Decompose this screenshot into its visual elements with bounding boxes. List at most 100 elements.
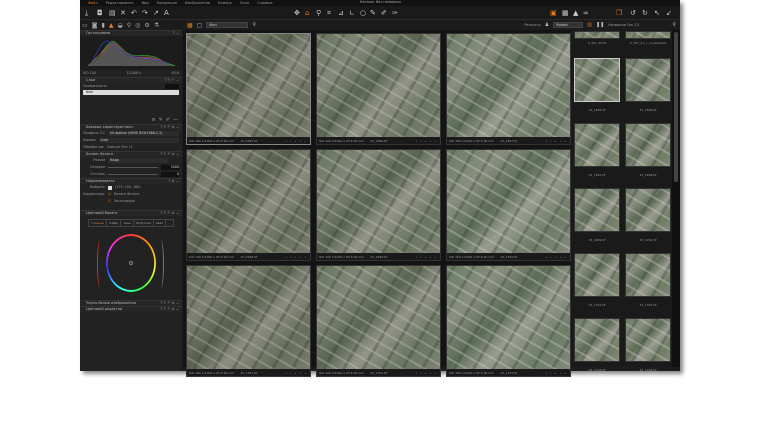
- tab-highlights[interactable]: Свет: [154, 220, 167, 226]
- viewer-image[interactable]: ISO 100 1/1000 s f/5.6 90 mm 15_1703.tif •…: [446, 265, 571, 377]
- copy-icon[interactable]: ❐: [616, 9, 622, 17]
- browser-thumbnail[interactable]: 15_1695.tif: [573, 50, 621, 114]
- normalize-header[interactable]: Нормализовать? ≡ —: [80, 178, 182, 184]
- adjust-tab-icon[interactable]: ◎: [135, 22, 140, 29]
- rotate-left-icon[interactable]: ↺: [630, 9, 636, 17]
- viewer-image[interactable]: ISO 100 1/1000 s f/5.6 90 mm 15_1702.tif •…: [316, 265, 441, 377]
- multi-view-icon[interactable]: ▦: [187, 22, 193, 29]
- brightness-slider[interactable]: [158, 240, 164, 288]
- camera-icon[interactable]: ◘: [97, 9, 103, 17]
- basic-header[interactable]: Базовые характеристики? ✎ ↶ ≡ —: [80, 124, 182, 130]
- grid-icon[interactable]: ▦: [562, 9, 569, 17]
- text-tool-icon[interactable]: A: [164, 9, 169, 17]
- library-tab-icon[interactable]: ▭: [82, 22, 88, 29]
- thumb-image[interactable]: [574, 318, 620, 362]
- viewer-image[interactable]: ISO 100 1/1000 s f/5.6 90 mm 15_1699.tif •…: [316, 149, 441, 261]
- eraser-icon[interactable]: ✐: [166, 117, 170, 124]
- browser-thumbnail[interactable]: 15_1699.tif: [573, 180, 621, 244]
- circle-tool-icon[interactable]: ○: [360, 9, 366, 17]
- reset-icon[interactable]: ↗: [153, 9, 159, 17]
- picker-icon[interactable]: ✑: [392, 9, 398, 17]
- apply-adjust-icon[interactable]: ↙: [666, 9, 672, 17]
- wb-header[interactable]: Баланс белого? ✎ ↶ ≡ —: [80, 151, 182, 157]
- menu-adjust[interactable]: Коррекция: [157, 1, 177, 5]
- viewer-image[interactable]: ISO 100 1/1000 s f/5.6 90 mm 15_1695.tif •…: [186, 33, 311, 145]
- aerial-photo[interactable]: [317, 34, 440, 137]
- viewer-image[interactable]: ISO 100 1/1000 s f/5.6 90 mm 15_1697.tif •…: [446, 33, 571, 145]
- thumb-image[interactable]: [625, 31, 671, 39]
- search-icon[interactable]: ⚲: [672, 22, 676, 28]
- tab-midtones[interactable]: Полутона: [134, 220, 154, 226]
- thumb-image[interactable]: [625, 58, 671, 102]
- folder-icon[interactable]: ▤: [109, 9, 116, 17]
- menu-window[interactable]: Окно: [240, 1, 249, 5]
- saturation-slider[interactable]: [97, 240, 103, 288]
- aerial-photo[interactable]: [187, 266, 310, 369]
- browser-thumbnail[interactable]: 15_1698.tif: [624, 115, 672, 179]
- viewer-image[interactable]: ISO 100 1/1000 s f/5.6 90 mm 15_1698.tif •…: [186, 149, 311, 261]
- list-view-icon[interactable]: ▥: [587, 22, 592, 28]
- browser-thumbnail[interactable]: 15_1702.tif: [624, 245, 672, 309]
- detail-tab-icon[interactable]: ⚲: [127, 22, 131, 29]
- browser-thumbnail[interactable]: 15_1700.tif: [624, 180, 672, 244]
- output-tab-icon[interactable]: ⚗: [154, 22, 159, 29]
- tab-3way[interactable]: 3-Way: [107, 220, 122, 226]
- curve-select[interactable]: Auto: [98, 138, 179, 143]
- browser-thumbnail[interactable]: 15_1696.tif: [624, 50, 672, 114]
- thumb-image[interactable]: [574, 253, 620, 297]
- viewer-image[interactable]: ISO 100 1/1000 s f/5.6 90 mm 15_1696.tif •…: [316, 33, 441, 145]
- thumb-image[interactable]: [625, 188, 671, 232]
- tab-master[interactable]: Главная: [89, 220, 107, 226]
- viewer-image[interactable]: ISO 100 1/1000 s f/5.6 90 mm 15_1701.tif •…: [186, 265, 311, 377]
- color-tab-icon[interactable]: ▲: [109, 22, 114, 29]
- pause-icon[interactable]: ❚❚: [596, 22, 604, 28]
- single-view-icon[interactable]: ▢: [197, 22, 203, 29]
- aerial-photo[interactable]: [317, 266, 440, 369]
- remove-icon[interactable]: —: [173, 117, 178, 124]
- viewer-image[interactable]: ISO 100 1/1000 s f/5.6 90 mm 15_1700.tif •…: [446, 149, 571, 261]
- meta-tab-icon[interactable]: ⚙: [144, 22, 149, 29]
- aerial-photo[interactable]: [317, 150, 440, 253]
- aerial-photo[interactable]: [187, 150, 310, 253]
- histogram-header[interactable]: Гистограмма? —: [80, 30, 182, 36]
- filter-select[interactable]: Rotate: [553, 22, 584, 28]
- sort-by[interactable]: Название Fon 13: [608, 23, 668, 27]
- thumb-image[interactable]: [574, 188, 620, 232]
- redo-icon[interactable]: ↷: [142, 9, 148, 17]
- home-tool-icon[interactable]: ⌂: [305, 9, 309, 17]
- exposure-tab-icon[interactable]: ◒: [117, 22, 122, 29]
- menu-help[interactable]: Справка: [257, 1, 272, 5]
- pan-tool-icon[interactable]: ✥: [294, 9, 300, 17]
- tint-value[interactable]: 0: [161, 172, 179, 177]
- layer-select[interactable]: Фон: [206, 22, 249, 28]
- copy-adjust-icon[interactable]: ↖: [654, 9, 660, 17]
- eraser-icon[interactable]: ✐: [381, 9, 387, 17]
- kelvin-slider[interactable]: [108, 167, 158, 171]
- layers-header[interactable]: Слои? ✎ ↶ —: [80, 77, 182, 83]
- thumb-image[interactable]: [574, 58, 620, 102]
- warning-icon[interactable]: ▲: [573, 9, 578, 17]
- browser-thumbnail[interactable]: 15_1697.tif: [573, 115, 621, 179]
- person-icon[interactable]: ♟: [545, 22, 549, 28]
- menu-image[interactable]: Изображение: [185, 1, 210, 5]
- list-icon[interactable]: ≡: [151, 117, 155, 124]
- browser-scrollbar[interactable]: [672, 30, 680, 367]
- brush-icon[interactable]: ✎: [159, 117, 163, 124]
- keystone-icon[interactable]: ⊿: [338, 9, 344, 17]
- browser-thumbnail[interactable]: 5_367_21_c_ссуммой.tif: [624, 31, 672, 49]
- thumb-image[interactable]: [625, 318, 671, 362]
- proof-icon[interactable]: ∞: [583, 9, 589, 17]
- tab-shadow[interactable]: Тень: [121, 220, 134, 226]
- capture-tab-icon[interactable]: ◙: [92, 22, 98, 29]
- icc-profile-select[interactable]: Из файла (sRGB IEC61966-2.1): [108, 131, 179, 136]
- thumb-image[interactable]: [625, 253, 671, 297]
- aerial-photo[interactable]: [447, 150, 570, 253]
- straighten-icon[interactable]: ∟: [349, 9, 355, 17]
- aerial-photo[interactable]: [187, 34, 310, 137]
- exposure-checkbox[interactable]: ☑: [108, 198, 111, 205]
- menu-view[interactable]: Вид: [142, 1, 149, 5]
- color-editor-header[interactable]: Цветовой редактор? ✎ ↶ ≡ —: [80, 306, 182, 312]
- aerial-photo[interactable]: [447, 34, 570, 137]
- menu-file[interactable]: Файл: [88, 1, 98, 5]
- thumb-image[interactable]: [574, 31, 620, 39]
